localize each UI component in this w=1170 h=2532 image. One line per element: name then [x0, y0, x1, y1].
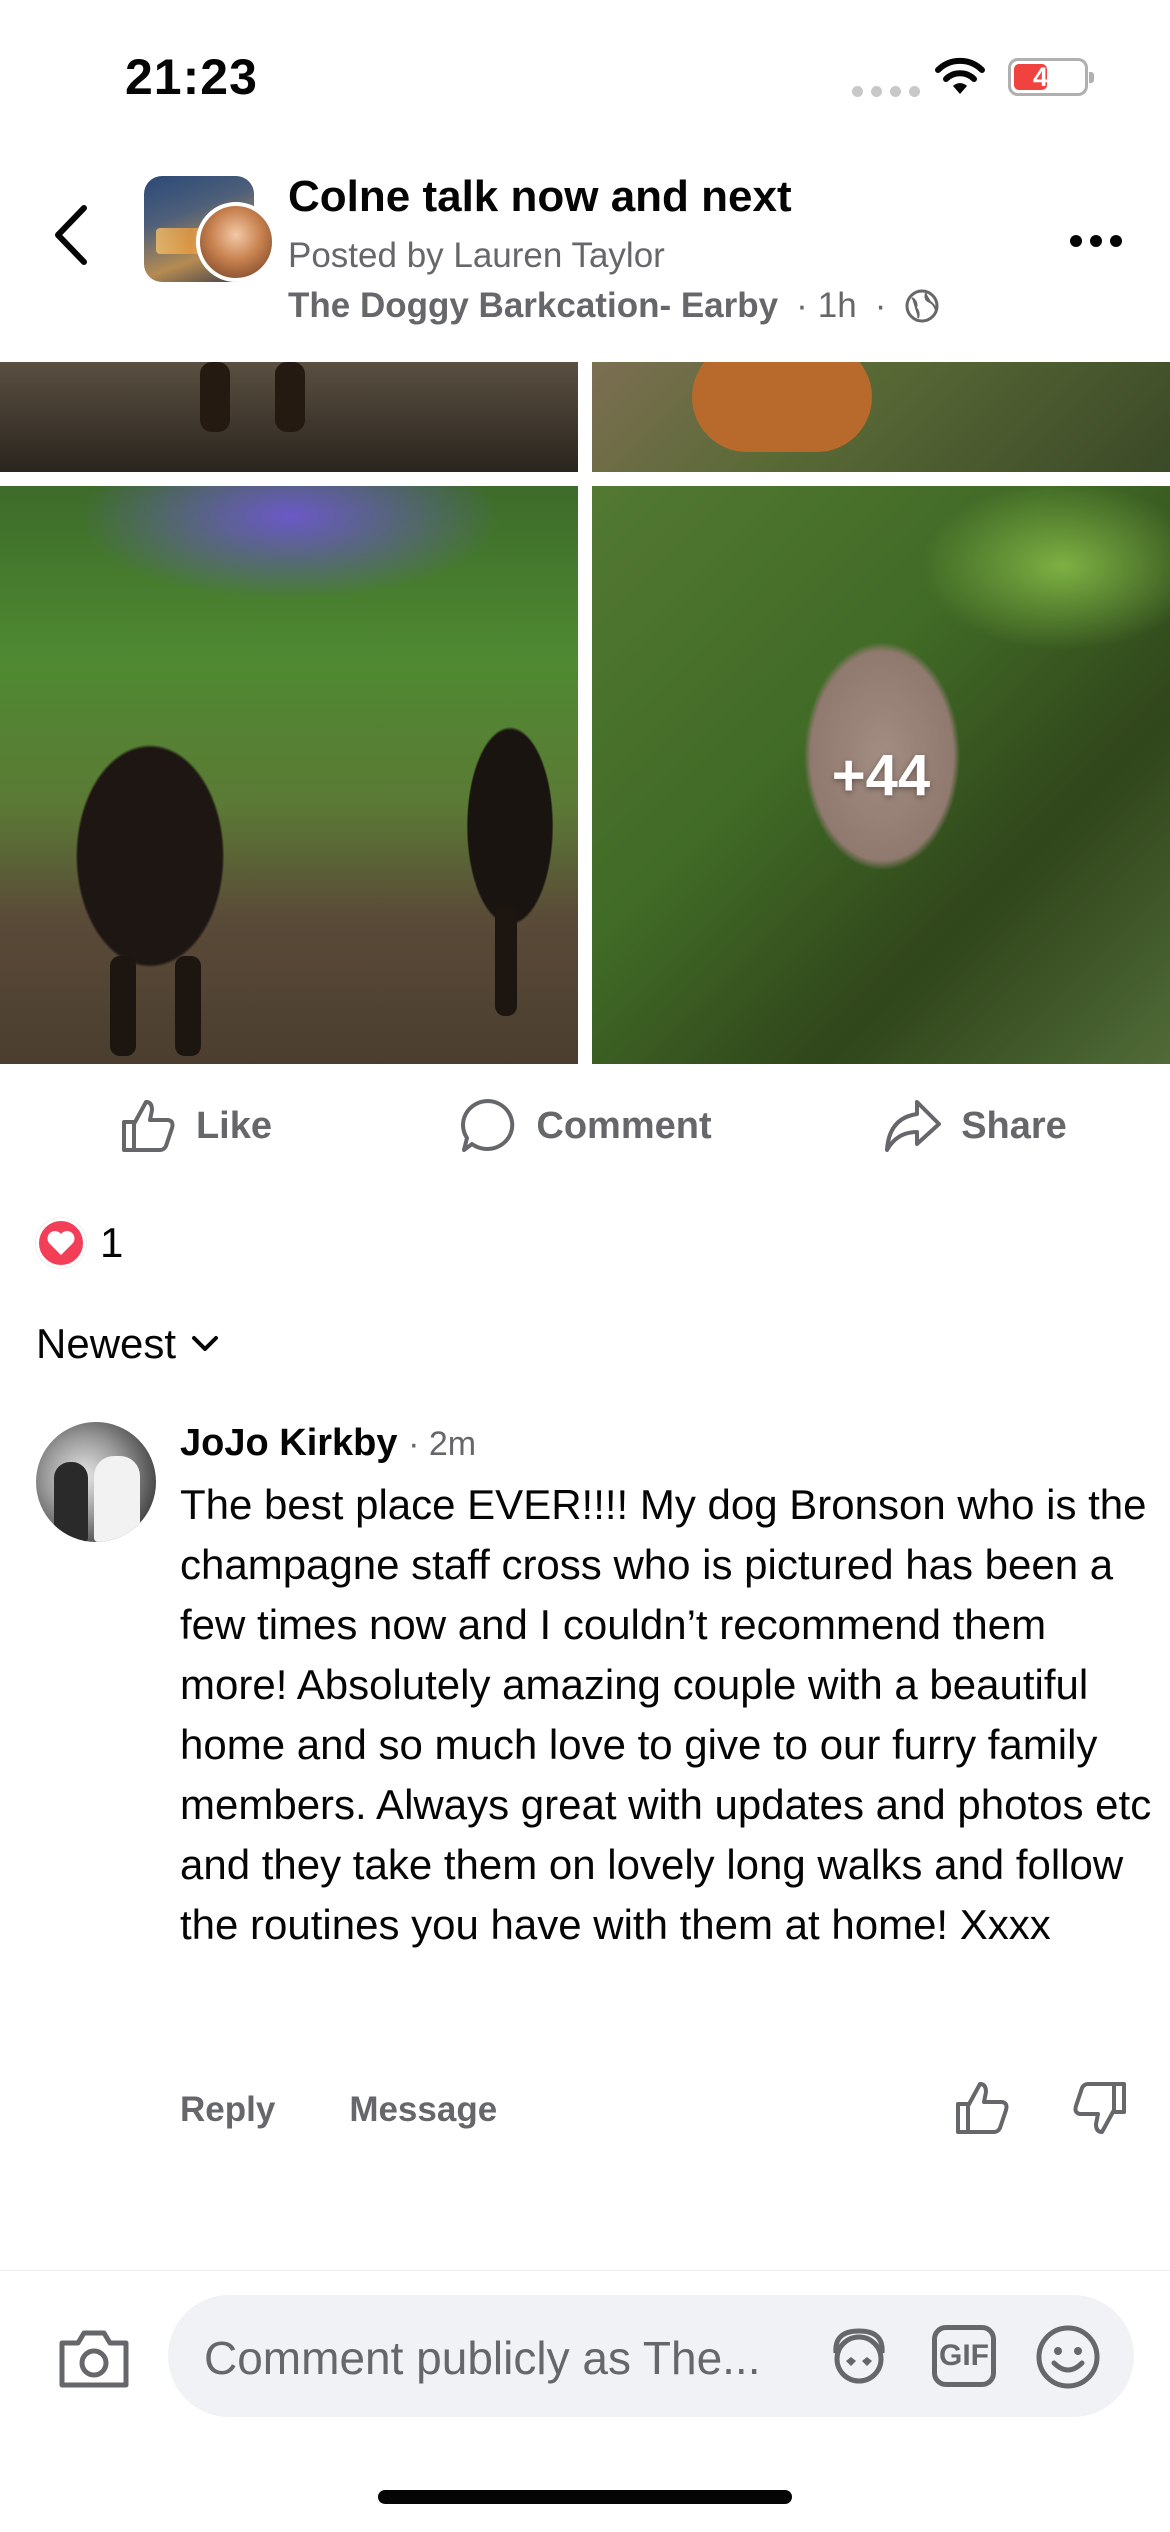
page-name[interactable]: The Doggy Barkcation- Earby	[288, 286, 778, 326]
meta-separator: ·	[796, 286, 808, 325]
thumbs-up-icon	[121, 1100, 175, 1152]
commenter-avatar[interactable]	[36, 1422, 156, 1542]
poster-avatar[interactable]	[196, 202, 276, 282]
share-label: Share	[961, 1104, 1067, 1147]
post-action-bar: Like Comment Share	[0, 1064, 1170, 1188]
photo-two-dogs[interactable]	[0, 486, 578, 1064]
message-button[interactable]: Message	[349, 2090, 497, 2130]
globe-icon	[905, 289, 939, 323]
comment-time: · 2m	[408, 1425, 477, 1463]
share-button[interactable]: Share	[780, 1064, 1170, 1188]
chevron-down-icon	[192, 1336, 219, 1351]
back-button[interactable]	[40, 200, 100, 270]
reactions-summary[interactable]: 1	[36, 1218, 123, 1268]
more-photos-count: +44	[831, 742, 931, 808]
comment-author[interactable]: JoJo Kirkby	[180, 1422, 398, 1464]
home-indicator[interactable]	[378, 2490, 792, 2504]
post-time: 1h	[817, 286, 857, 325]
share-arrow-icon	[885, 1100, 942, 1152]
status-bar: 21:23 44	[0, 0, 1170, 150]
more-photos-overlay[interactable]: +44	[592, 486, 1170, 1064]
comment-label: Comment	[536, 1104, 712, 1147]
photo-grid: +44	[0, 362, 1170, 1064]
emoji-icon[interactable]	[1034, 2323, 1102, 2391]
downvote-icon[interactable]	[1070, 2078, 1130, 2138]
speech-bubble-icon	[461, 1099, 515, 1152]
comment-input-placeholder: Comment publicly as The...	[204, 2332, 761, 2384]
reaction-count: 1	[100, 1219, 124, 1266]
comment-sort-dropdown[interactable]: Newest	[36, 1320, 220, 1368]
post-meta: The Doggy Barkcation- Earby · 1h ·	[288, 286, 940, 326]
comment-header: JoJo Kirkby · 2m	[180, 1422, 1160, 1465]
camera-icon[interactable]	[56, 2327, 132, 2391]
heart-icon	[36, 1218, 86, 1268]
more-options-button[interactable]	[1066, 226, 1126, 256]
comment-text: The best place EVER!!!! My dog Bronson w…	[180, 1481, 1152, 1948]
comment-button[interactable]: Comment	[390, 1064, 780, 1188]
comment-composer: Comment publicly as The... GIF	[0, 2270, 1170, 2440]
posted-by[interactable]: Posted by Lauren Taylor	[288, 236, 665, 276]
comment-input[interactable]: Comment publicly as The... GIF	[168, 2295, 1134, 2417]
more-options-icon	[1070, 235, 1082, 247]
comment-body: JoJo Kirkby · 2m The best place EVER!!!!…	[180, 1422, 1160, 1955]
post-header: Colne talk now and next Posted by Lauren…	[0, 150, 1170, 362]
upvote-icon[interactable]	[952, 2078, 1012, 2138]
battery-level: 44	[1032, 61, 1064, 92]
battery-icon: 44	[1008, 58, 1094, 96]
like-button[interactable]: Like	[0, 1064, 390, 1188]
avatar-sticker-icon[interactable]	[824, 2323, 894, 2389]
wifi-icon	[935, 57, 985, 94]
sort-label: Newest	[36, 1320, 177, 1367]
meta-separator: ·	[874, 286, 887, 325]
like-label: Like	[195, 1104, 273, 1147]
comment-actions: Reply Message	[180, 2090, 497, 2130]
photo-bulldog[interactable]: +44	[592, 486, 1170, 1064]
group-name[interactable]: Colne talk now and next	[288, 172, 792, 222]
chevron-left-icon	[55, 205, 87, 265]
photo-dog-paws[interactable]	[0, 362, 578, 472]
cellular-signal-icon	[852, 86, 920, 97]
photo-curly-dog[interactable]	[592, 362, 1170, 472]
reply-button[interactable]: Reply	[180, 2090, 275, 2130]
gif-button[interactable]: GIF	[932, 2325, 996, 2387]
status-time: 21:23	[125, 49, 258, 105]
